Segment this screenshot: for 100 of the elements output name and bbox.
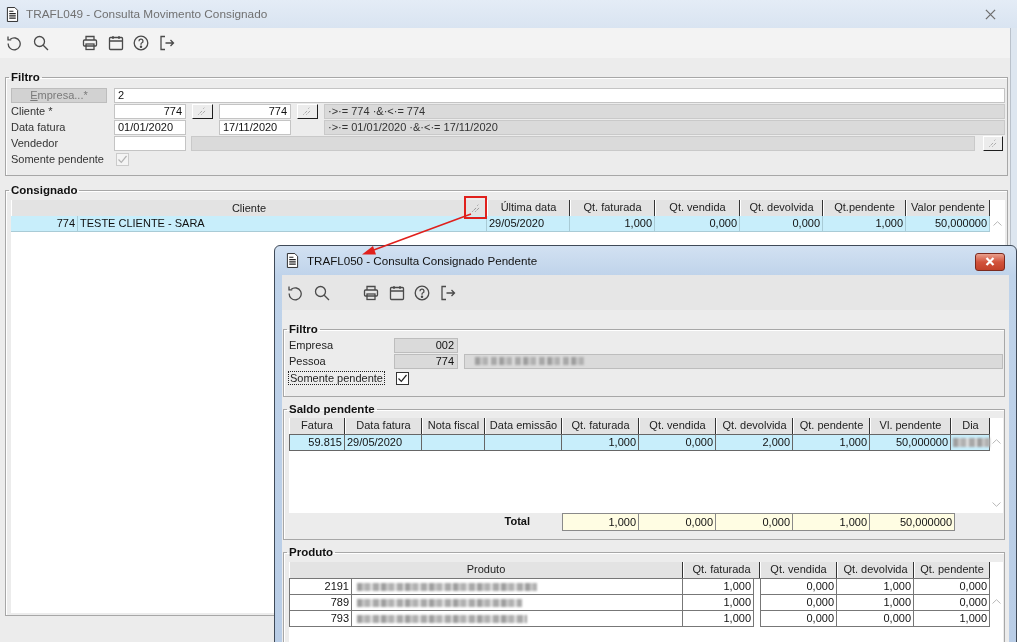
column-header[interactable]: Vl. pendente [870, 418, 951, 434]
table-row[interactable]: 789 1,000 0,000 1,000 0,000 [289, 595, 990, 611]
printer-icon[interactable] [363, 284, 379, 301]
table-cell: 0,000 [837, 611, 914, 627]
table-cell: 2,000 [716, 435, 793, 450]
calendar-icon[interactable] [389, 284, 405, 301]
table-cell: 0,000 [655, 216, 740, 232]
column-header[interactable]: Qt. faturada [570, 200, 655, 216]
total-cell: 50,000000 [870, 513, 955, 531]
window-title: TRAFL050 - Consulta Consignado Pendente [307, 254, 539, 267]
table-cell: 50,000000 [906, 216, 990, 232]
field-label: Cliente * [11, 105, 54, 117]
exit-icon[interactable] [159, 35, 175, 51]
input-field[interactable]: 774 [114, 103, 186, 119]
undo-icon[interactable] [287, 284, 303, 301]
input-field[interactable] [114, 135, 186, 151]
column-header[interactable]: Qt. vendida [639, 418, 716, 434]
column-header[interactable]: Dia [951, 418, 990, 434]
close-icon [985, 257, 995, 266]
table-cell: 774 [11, 216, 78, 232]
document-icon [6, 6, 19, 22]
table-cell: 1,000 [562, 435, 639, 450]
column-header[interactable]: Valor pendente [906, 200, 990, 216]
table-cell: 1,000 [823, 216, 906, 232]
column-header[interactable]: Qt.pendente [823, 200, 906, 216]
column-header[interactable]: Qt. devolvida [837, 562, 914, 578]
column-header[interactable]: Data fatura [345, 418, 422, 434]
blurred-text [953, 438, 990, 447]
table-cell: 0,000 [740, 216, 823, 232]
total-cell: 1,000 [793, 513, 870, 531]
input-field: 002 [394, 337, 458, 353]
total-cell: 0,000 [716, 513, 793, 531]
checkbox-label[interactable]: Somente pendente [288, 370, 385, 385]
search-icon[interactable] [314, 284, 330, 301]
column-header[interactable]: Qt. vendida [760, 562, 837, 578]
input-field: 774 [394, 353, 458, 369]
window-title: TRAFL049 - Consulta Movimento Consignado [26, 7, 269, 21]
table-cell: 1,000 [570, 216, 655, 232]
total-label: Total [503, 514, 531, 529]
table-cell: 59.815 [289, 435, 345, 450]
field-label: Vendedor [11, 137, 60, 149]
column-header[interactable]: Qt. faturada [562, 418, 639, 434]
range-summary-field: ·>·= 774 ·&·<·= 774 [324, 103, 1005, 119]
total-cell: 1,000 [562, 513, 639, 531]
table-cell: TESTE CLIENTE - SARA [78, 216, 487, 232]
table-row[interactable]: 59.815 29/05/2020 1,000 0,000 2,000 1,000 50,000000 [289, 434, 990, 451]
input-field[interactable]: 2 [114, 87, 1005, 103]
column-header[interactable]: Qt. pendente [793, 418, 870, 434]
column-header[interactable]: Qt. devolvida [740, 200, 823, 216]
lookup-button[interactable] [983, 135, 1003, 151]
exit-icon[interactable] [440, 284, 456, 301]
checkmark-icon [397, 372, 408, 384]
column-header[interactable]: Qt. faturada [683, 562, 760, 578]
input-field[interactable]: 01/01/2020 [114, 119, 186, 135]
table-cell: 29/05/2020 [487, 216, 570, 232]
lookup-button[interactable] [192, 103, 213, 119]
lookup-button[interactable] [297, 103, 318, 119]
group-title: Saldo pendente [288, 403, 376, 416]
table-cell: 0,000 [760, 611, 837, 627]
close-button[interactable] [975, 252, 1005, 271]
column-header[interactable]: Qt. pendente [914, 562, 990, 578]
column-header[interactable]: Última data [487, 200, 570, 216]
column-header[interactable]: Qt. vendida [655, 200, 740, 216]
column-header[interactable]: Fatura [289, 418, 345, 434]
column-header[interactable]: Qt. devolvida [716, 418, 793, 434]
undo-icon[interactable] [6, 35, 22, 51]
group-title: Consignado [10, 184, 79, 197]
group-title: Filtro [10, 71, 41, 84]
range-summary-field: ·>·= 01/01/2020 ·&·<·= 17/11/2020 [324, 119, 1005, 135]
help-icon[interactable] [133, 35, 149, 51]
column-header[interactable]: Produto [289, 562, 683, 578]
search-icon[interactable] [33, 35, 49, 51]
checkbox[interactable] [396, 371, 409, 385]
calendar-icon[interactable] [108, 35, 124, 51]
input-field[interactable]: 17/11/2020 [219, 119, 291, 135]
close-icon[interactable] [985, 8, 996, 20]
document-icon [286, 253, 299, 268]
column-header[interactable]: Data emissão [485, 418, 562, 434]
group-title: Filtro [288, 323, 319, 336]
table-row[interactable]: 2191 1,000 0,000 1,000 0,000 [289, 579, 990, 595]
total-cell: 0,000 [639, 513, 716, 531]
checkmark-icon [117, 153, 128, 165]
field-label: Data fatura [11, 121, 67, 133]
table-row[interactable]: 774 TESTE CLIENTE - SARA 29/05/2020 1,000 0,000 0,000 1,000 50,000000 [11, 216, 990, 232]
field-label: Pessoa [289, 355, 327, 367]
table-cell: 1,000 [914, 611, 990, 627]
help-icon[interactable] [414, 284, 430, 301]
table-cell: 29/05/2020 [345, 435, 422, 450]
column-header[interactable]: Nota fiscal [422, 418, 485, 434]
column-header[interactable]: Cliente [11, 200, 487, 216]
field-label: Empresa [289, 339, 335, 351]
table-cell: 1,000 [683, 611, 754, 627]
table-row[interactable]: 793 1,000 0,000 0,000 1,000 [289, 611, 990, 627]
printer-icon[interactable] [82, 35, 98, 51]
highlight-frame [464, 196, 487, 219]
group-title: Produto [288, 546, 335, 559]
table-cell: 793 [289, 611, 352, 627]
input-field[interactable]: 774 [219, 103, 291, 119]
table-cell: 0,000 [639, 435, 716, 450]
table-cell: 1,000 [793, 435, 870, 450]
